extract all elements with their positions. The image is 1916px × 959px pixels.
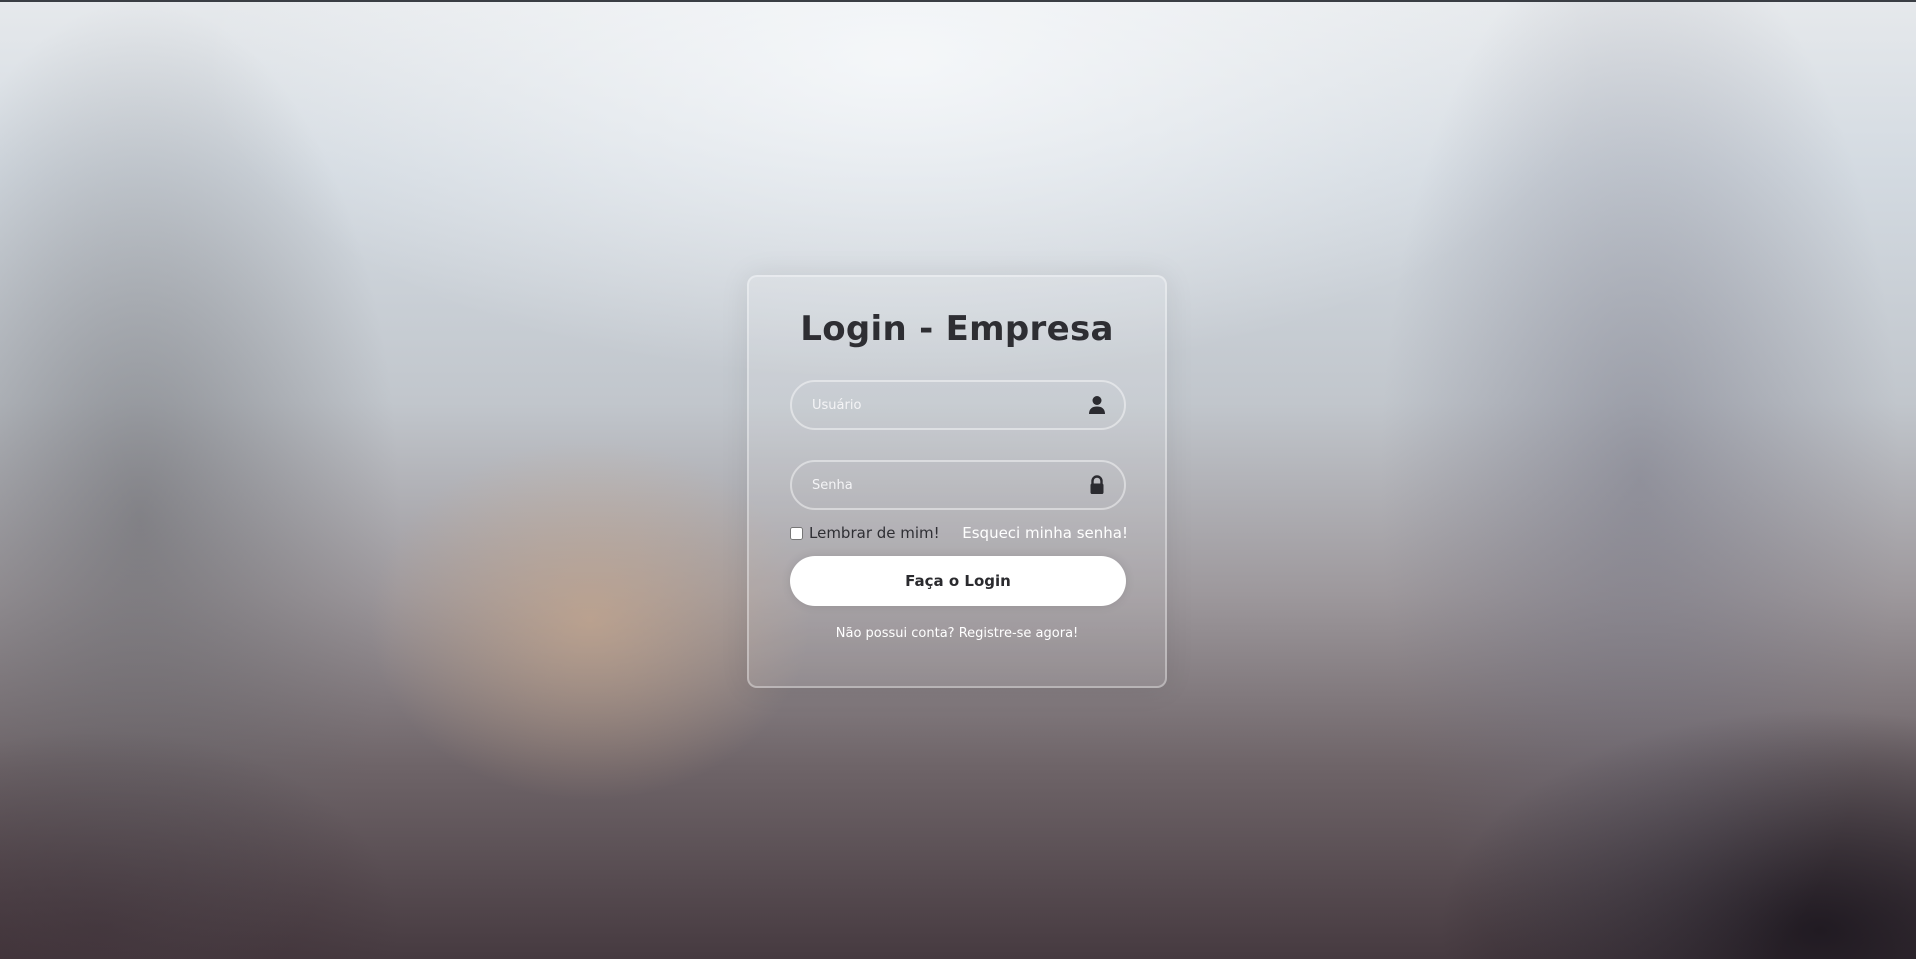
- username-field-wrapper: [790, 380, 1126, 430]
- register-prompt: Não possui conta? Registre-se agora!: [749, 626, 1165, 641]
- window-top-border: [0, 0, 1916, 2]
- register-question: Não possui conta?: [835, 626, 955, 641]
- register-link[interactable]: Registre-se agora!: [959, 626, 1079, 641]
- password-field-wrapper: [790, 460, 1126, 510]
- remember-row: Lembrar de mim! Esqueci minha senha!: [790, 522, 1128, 544]
- password-input[interactable]: [792, 462, 1124, 508]
- username-input[interactable]: [792, 382, 1124, 428]
- remember-me: Lembrar de mim!: [790, 524, 940, 542]
- page-title: Login - Empresa: [800, 309, 1114, 349]
- user-icon: [1089, 396, 1105, 414]
- remember-label: Lembrar de mim!: [809, 524, 940, 542]
- remember-checkbox[interactable]: [790, 526, 803, 540]
- lock-icon: [1090, 475, 1104, 494]
- forgot-password-link[interactable]: Esqueci minha senha!: [962, 524, 1128, 542]
- login-card: Login - Empresa Lembrar de mim! Esqueci …: [747, 275, 1167, 688]
- login-button[interactable]: Faça o Login: [790, 556, 1126, 606]
